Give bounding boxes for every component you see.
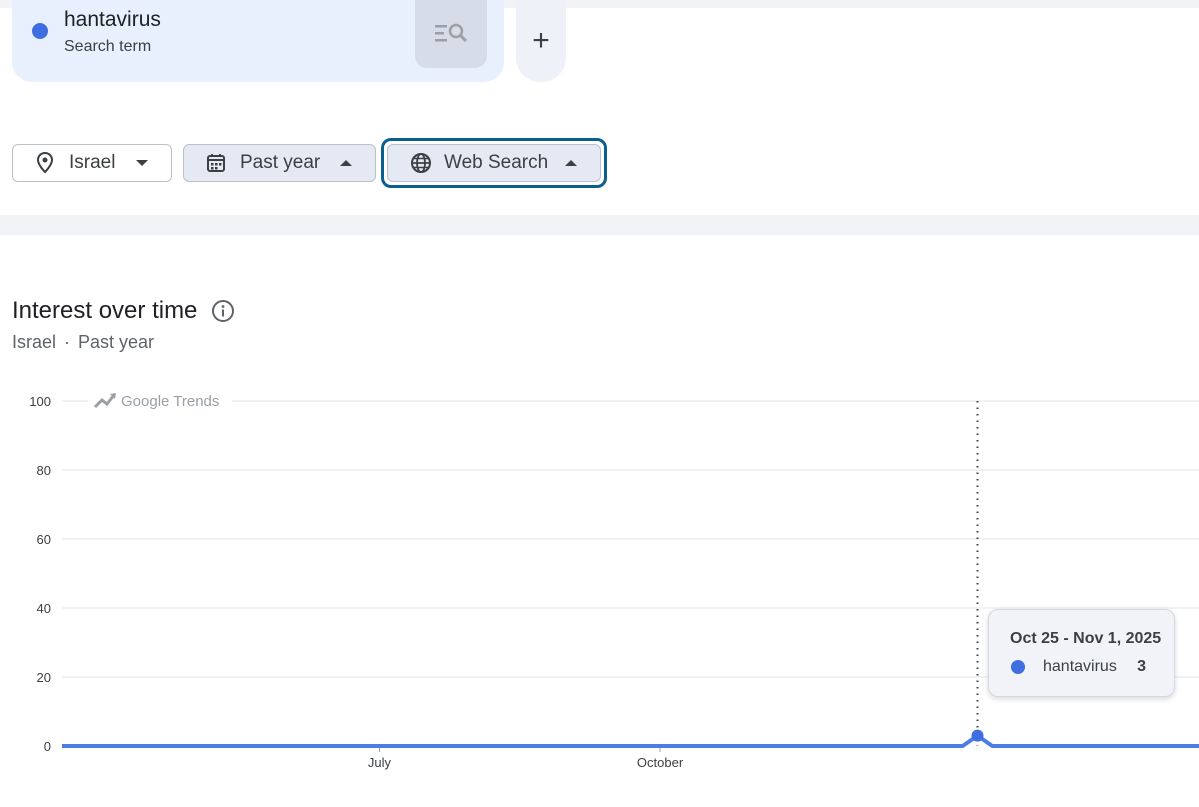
y-tick-label: 0: [44, 739, 51, 754]
y-tick-label: 20: [37, 670, 51, 685]
y-tick-label: 60: [37, 532, 51, 547]
interest-over-time-chart[interactable]: 100 80 60 40 20 0 July October Google Trends: [0, 380, 1199, 790]
x-axis-tick-labels: July October: [368, 746, 684, 770]
y-tick-label: 80: [37, 463, 51, 478]
y-axis-tick-labels: 100 80 60 40 20 0: [29, 394, 51, 754]
chart-tooltip: Oct 25 - Nov 1, 2025 hantavirus 3: [988, 609, 1175, 697]
location-filter[interactable]: Israel: [12, 144, 172, 182]
section-title-row: Interest over time: [12, 297, 235, 325]
info-icon[interactable]: [211, 299, 235, 323]
google-trends-watermark: Google Trends: [88, 390, 232, 412]
series-color-dot: [32, 23, 48, 39]
subtitle-separator: ·: [64, 332, 71, 352]
search-property-filter[interactable]: Web Search: [387, 144, 601, 182]
caret-up-icon: [339, 159, 353, 167]
tooltip-series-dot: [1011, 660, 1025, 674]
tooltip-date: Oct 25 - Nov 1, 2025: [1010, 630, 1162, 647]
tooltip-series-name: hantavirus: [1043, 658, 1117, 675]
x-tick-label: October: [637, 755, 684, 770]
search-term-name[interactable]: hantavirus: [64, 8, 161, 32]
series-line-hantavirus: [62, 733, 1199, 748]
search-term-type: Search term: [64, 38, 152, 55]
x-tick-label: July: [368, 755, 392, 770]
time-range-filter-label: Past year: [240, 152, 321, 173]
y-tick-label: 100: [29, 394, 51, 409]
subtitle-time: Past year: [78, 332, 155, 352]
section-title: Interest over time: [12, 297, 198, 324]
watermark-text: Google Trends: [121, 393, 219, 410]
subtitle-location: Israel: [12, 332, 57, 352]
globe-icon: [410, 152, 432, 174]
tooltip-value: 3: [1137, 658, 1146, 675]
caret-up-icon: [564, 159, 578, 167]
explore-term-button[interactable]: [415, 0, 487, 68]
search-term-card[interactable]: hantavirus Search term: [12, 0, 504, 82]
search-property-filter-label: Web Search: [444, 152, 549, 173]
section-divider: [0, 215, 1199, 235]
add-comparison-button[interactable]: +: [516, 0, 566, 82]
location-pin-icon: [35, 152, 57, 174]
hover-point[interactable]: [971, 729, 984, 742]
plus-icon: +: [532, 24, 550, 57]
section-subtitle: Israel · Past year: [12, 332, 154, 353]
time-range-filter[interactable]: Past year: [183, 144, 376, 182]
calendar-icon: [206, 152, 228, 174]
location-filter-label: Israel: [69, 152, 116, 173]
y-tick-label: 40: [37, 601, 51, 616]
search-list-icon: [435, 23, 468, 43]
caret-down-icon: [135, 159, 149, 167]
